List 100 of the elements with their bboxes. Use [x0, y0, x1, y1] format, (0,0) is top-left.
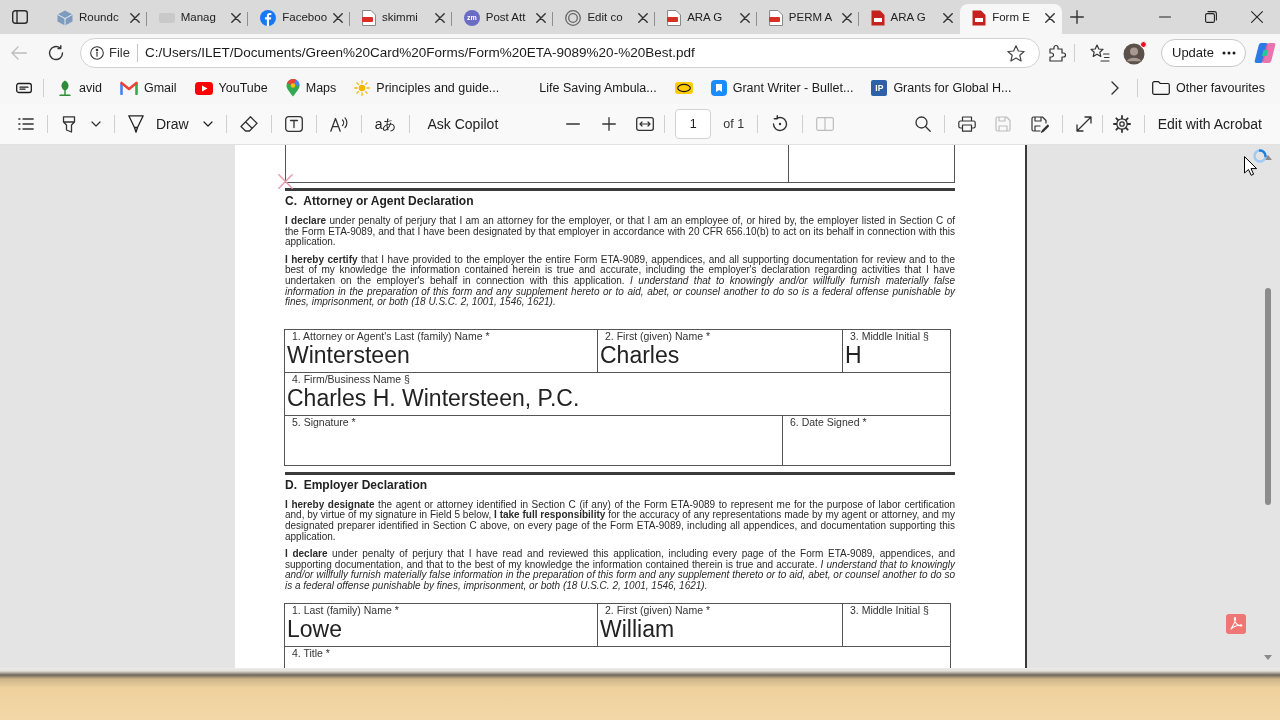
more-icon: [1221, 51, 1236, 55]
bookmark-link[interactable]: Gmail: [119, 78, 177, 98]
edit-with-acrobat-button[interactable]: Edit with Acrobat: [1157, 113, 1262, 135]
caret-icon[interactable]: [91, 121, 101, 127]
close-icon[interactable]: [841, 12, 852, 23]
field-value: Wintersteen: [286, 342, 411, 370]
close-icon[interactable]: [333, 12, 344, 23]
field-label: 3. Middle Initial §: [849, 329, 930, 343]
document-icon: [667, 9, 682, 26]
close-icon[interactable]: [638, 12, 649, 23]
bookmark-link[interactable]: avid: [57, 78, 102, 98]
restore-icon[interactable]: [1205, 11, 1217, 23]
page-count: of 1: [723, 115, 745, 133]
url-text: C:/Users/ILET/Documents/Green%20Card%20Forms/Form%20ETA-9089%20-%20Best.pdf: [144, 43, 695, 62]
avatar-icon[interactable]: [1123, 41, 1147, 65]
section-heading: D. Employer Declaration: [285, 477, 429, 492]
read-aloud-icon[interactable]: [329, 116, 348, 132]
scroll-up-icon[interactable]: [1264, 155, 1272, 160]
browser-tab[interactable]: Edit co: [553, 4, 656, 34]
puzzle-icon[interactable]: [1049, 44, 1067, 62]
save-as-icon[interactable]: [1030, 115, 1049, 133]
highlighter-icon[interactable]: [61, 115, 77, 133]
browser-tab[interactable]: ARA G: [655, 4, 757, 34]
print-icon[interactable]: [957, 116, 976, 132]
ring-logo-icon: [565, 9, 582, 26]
bookmark-link[interactable]: Maps: [285, 78, 337, 98]
site-logo: IP: [871, 80, 888, 96]
browser-tab[interactable]: Faceboo: [248, 4, 351, 34]
minus-icon[interactable]: [566, 123, 581, 125]
reload-icon[interactable]: [48, 45, 64, 61]
browser-tab[interactable]: Roundc: [45, 4, 147, 34]
document-icon: [870, 9, 885, 26]
stack-icon[interactable]: [16, 81, 32, 95]
paragraph: I hereby certify that I have provided to the employer the entire Form ETA-9089, appendices, and all supporting documentation for review and to the best of my knowledge the information contained herein is true and accurate, including the employer's declaration regarding activities that I have undertaken on the employer's behalf in connection with this application. I understand that to knowingly and/or willfully furnish materially false information in the preparation of this form and any supplement hereto or to aid, abet, or counsel another to do so is a federal offense punishable by fines, imprisonment, or both (18 U.S.C. 2, 1001, 1546, 1621).: [285, 254, 955, 308]
bookmark-link[interactable]: Life Saving Ambula...: [517, 78, 657, 98]
field-label: 4. Title *: [291, 646, 331, 659]
address-bar[interactable]: File C:/Users/ILET/Documents/Green%20Card%20Forms/Form%20ETA-9089%20-%20Best.pdf: [80, 38, 1040, 68]
page-number-field[interactable]: 1: [675, 109, 712, 139]
favorites-icon[interactable]: [1090, 44, 1110, 62]
field-label: 1. Attorney or Agent's Last (family) Name *: [291, 329, 491, 343]
plus-icon[interactable]: [1069, 10, 1084, 24]
star-icon[interactable]: [1007, 44, 1025, 62]
map-pin-icon: [285, 79, 300, 97]
list-icon[interactable]: [18, 118, 34, 130]
browser-tab[interactable]: PERM A: [756, 4, 859, 34]
search-icon[interactable]: [914, 116, 931, 132]
site-info-button[interactable]: File: [90, 44, 138, 62]
draw-button[interactable]: Draw: [128, 113, 213, 135]
close-icon[interactable]: [434, 12, 445, 23]
close-icon[interactable]: [943, 12, 954, 23]
bookmark-folder[interactable]: Other favourites: [1152, 78, 1265, 98]
close-icon[interactable]: [739, 12, 750, 23]
close-icon[interactable]: [1044, 12, 1055, 23]
oval-logo-icon[interactable]: [674, 82, 693, 94]
paragraph: I declare under penalty of perjury that I am an attorney for the employer, or that I am an employee of, or hired by, the employer listed in Section C of the Form ETA-9089, and that I have been designated by that employer in accordance with 20 CFR 656.10(b) to act on its behalf in connection with this application.: [285, 216, 955, 248]
close-icon[interactable]: [1251, 11, 1263, 23]
browser-tab[interactable]: Manag: [146, 4, 249, 34]
browser-tab[interactable]: Form E: [960, 4, 1062, 34]
paragraph: I declare under penalty of perjury that I have read and reviewed this application, including every page of the Form ETA-9089, appendices, and supporting documentation, and that to the best of my knowledge the information contained therein is true and accurate. I understand that to knowingly and/or willfully furnish materially false information in the preparation of this form and any supplement thereto or to aid, abet, or counsel another to do so is a federal offense punishable by fines, imprisonment, or both (18 U.S.C. 2, 1001, 1546, 1621).: [285, 549, 955, 592]
paragraph: I hereby designate the agent or attorney identified in Section C (if any) of the Form ETA-9089 to represent me for the purpose of labor certification and, by virtue of my signature in Field 5 below, I take full responsibility for the accuracy of any representations made by my agent or attorney, and my designated preparer identified in Section C above, on every page of the Form ETA-9089, including all appendices, and documentation supporting this application.: [285, 499, 955, 543]
close-icon[interactable]: [536, 12, 547, 23]
field-value: Charles H. Wintersteen, P.C.: [286, 385, 581, 413]
eraser-icon[interactable]: [239, 116, 258, 132]
browser-tab[interactable]: ARA G: [858, 4, 961, 34]
pen-icon: [128, 115, 144, 133]
mail-icon: [119, 81, 138, 95]
bookmark-link[interactable]: Grant Writer - Bullet...: [710, 78, 854, 98]
settings-icon[interactable]: [1112, 115, 1131, 133]
chevron-right-icon[interactable]: [1111, 81, 1120, 95]
caret-icon: [202, 121, 213, 127]
rotate-icon[interactable]: [771, 115, 790, 133]
field-value: William: [599, 616, 676, 643]
ribbon-logo-icon[interactable]: [1253, 42, 1276, 64]
cross-mark-icon: [278, 174, 293, 189]
close-icon[interactable]: [129, 12, 140, 23]
plus-icon[interactable]: [602, 117, 617, 131]
update-button[interactable]: Update: [1161, 39, 1246, 67]
bookmark-link[interactable]: Principles and guide...: [354, 78, 500, 98]
busy-cursor-icon: [1243, 149, 1267, 177]
fit-width-icon[interactable]: [636, 117, 655, 131]
field-label: 3. Middle Initial §: [849, 603, 930, 616]
pdf-tile-icon[interactable]: [1226, 614, 1246, 634]
tree-logo-icon: [57, 80, 73, 96]
text-box-icon[interactable]: [284, 116, 303, 132]
play-icon: [194, 81, 213, 95]
tab-actions-icon[interactable]: [11, 10, 28, 24]
scroll-down-icon[interactable]: [1264, 655, 1272, 660]
expand-icon[interactable]: [1075, 116, 1092, 132]
close-icon[interactable]: [231, 12, 242, 23]
field-value: Lowe: [286, 616, 343, 643]
translate-button[interactable]: aあ: [374, 113, 397, 135]
field-label: 5. Signature *: [291, 415, 357, 429]
bookmark-link[interactable]: YouTube: [194, 78, 268, 98]
cube-icon: [57, 9, 73, 26]
browser-tab[interactable]: skimmi: [350, 4, 452, 34]
document-icon: [768, 9, 783, 26]
ask-copilot-button[interactable]: Ask Copilot: [427, 113, 499, 135]
field-value: Charles: [599, 342, 681, 370]
scrollbar-thumb[interactable]: [1265, 288, 1271, 505]
bookmark-link[interactable]: IP Grants for Global H...: [871, 78, 1012, 98]
